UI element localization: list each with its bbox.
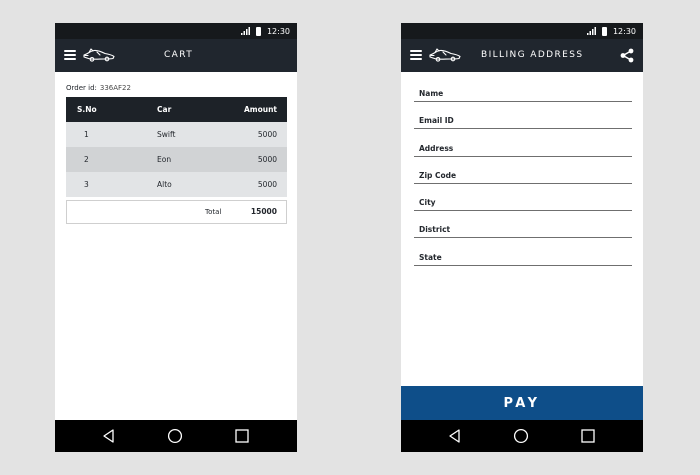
battery-icon bbox=[601, 26, 607, 36]
table-row: 3 Alto 5000 bbox=[66, 172, 287, 197]
nav-recent-icon[interactable] bbox=[580, 428, 596, 444]
state-field[interactable]: State bbox=[414, 249, 632, 276]
nav-bar bbox=[55, 420, 297, 452]
zip-code-field[interactable]: Zip Code bbox=[414, 167, 632, 194]
field-underline bbox=[414, 182, 632, 184]
nav-home-icon[interactable] bbox=[167, 428, 183, 444]
total-label: Total bbox=[205, 208, 222, 216]
page-title: BILLING ADDRESS bbox=[481, 50, 584, 60]
order-id-value: 336AF22 bbox=[99, 84, 131, 92]
row-car: Eon bbox=[157, 155, 172, 164]
row-car: Alto bbox=[157, 180, 172, 189]
nav-recent-icon[interactable] bbox=[234, 428, 250, 444]
nav-bar bbox=[401, 420, 643, 452]
district-field-label: District bbox=[419, 225, 451, 235]
car-logo-icon bbox=[83, 48, 115, 62]
app-bar: BILLING ADDRESS bbox=[401, 39, 643, 72]
nav-back-icon[interactable] bbox=[101, 428, 117, 444]
signal-icon bbox=[240, 27, 250, 35]
billing-screen: 12:30 BILLING ADDRESS Name Email ID Addr… bbox=[401, 23, 643, 452]
row-amount: 5000 bbox=[257, 155, 277, 164]
row-amount: 5000 bbox=[257, 180, 277, 189]
car-logo-icon bbox=[429, 48, 461, 62]
name-field-label: Name bbox=[419, 89, 444, 98]
row-car: Swift bbox=[157, 130, 176, 139]
total-row: Total 15000 bbox=[66, 200, 287, 224]
cart-table: S.No Car Amount 1 Swift 5000 2 Eon 5000 … bbox=[66, 97, 287, 224]
order-id-label: Order id: bbox=[66, 84, 97, 92]
address-field[interactable]: Address bbox=[414, 140, 632, 167]
menu-icon[interactable] bbox=[64, 50, 76, 60]
status-bar: 12:30 bbox=[55, 23, 297, 39]
status-time: 12:30 bbox=[266, 26, 290, 36]
city-field[interactable]: City bbox=[414, 194, 632, 221]
row-sno: 1 bbox=[84, 130, 89, 139]
page-title: CART bbox=[164, 50, 194, 60]
status-bar: 12:30 bbox=[401, 23, 643, 39]
email-field[interactable]: Email ID bbox=[414, 112, 632, 139]
state-field-label: State bbox=[419, 252, 442, 262]
district-field[interactable]: District bbox=[414, 221, 632, 248]
email-field-label: Email ID bbox=[419, 116, 454, 126]
cart-screen: 12:30 CART Order id: 336AF22 S.No Car Amo… bbox=[55, 23, 297, 452]
field-underline bbox=[414, 210, 632, 212]
nav-home-icon[interactable] bbox=[513, 428, 529, 444]
zip-code-field-label: Zip Code bbox=[419, 170, 457, 180]
field-underline bbox=[414, 155, 632, 157]
order-id-line: Order id: 336AF22 bbox=[66, 84, 131, 92]
field-underline bbox=[414, 237, 632, 239]
nav-back-icon[interactable] bbox=[447, 428, 463, 444]
app-bar: CART bbox=[55, 39, 297, 72]
share-icon[interactable] bbox=[620, 48, 634, 63]
status-time: 12:30 bbox=[612, 26, 636, 36]
billing-form: Name Email ID Address Zip Code City Dist… bbox=[414, 85, 632, 276]
battery-icon bbox=[255, 26, 261, 36]
row-sno: 3 bbox=[84, 180, 89, 189]
menu-icon[interactable] bbox=[410, 50, 422, 60]
field-underline bbox=[414, 128, 632, 130]
header-car: Car bbox=[157, 105, 172, 114]
table-row: 2 Eon 5000 bbox=[66, 147, 287, 172]
pay-button[interactable]: PAY bbox=[401, 386, 643, 422]
table-row: 1 Swift 5000 bbox=[66, 122, 287, 147]
signal-icon bbox=[586, 27, 596, 35]
table-header: S.No Car Amount bbox=[66, 97, 287, 122]
row-amount: 5000 bbox=[257, 130, 277, 139]
total-value: 15000 bbox=[250, 207, 277, 216]
header-amount: Amount bbox=[243, 105, 277, 114]
name-field[interactable]: Name bbox=[414, 85, 632, 112]
field-underline bbox=[414, 101, 632, 102]
field-underline bbox=[414, 264, 632, 266]
header-sno: S.No bbox=[77, 105, 97, 114]
city-field-label: City bbox=[419, 198, 436, 208]
address-field-label: Address bbox=[419, 143, 454, 153]
row-sno: 2 bbox=[84, 155, 89, 164]
